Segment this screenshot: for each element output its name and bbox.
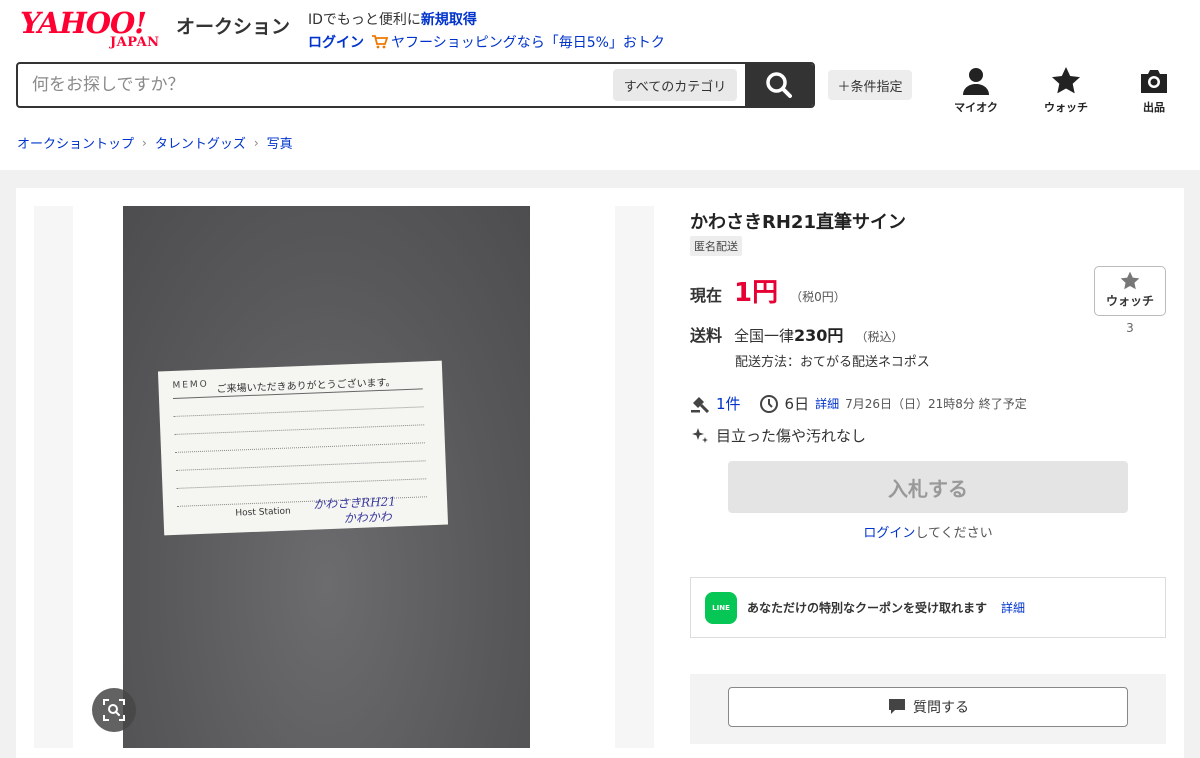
question-panel: 質問する (690, 674, 1166, 744)
image-search-button[interactable] (92, 688, 136, 732)
end-time: 7月26日（日）21時8分 終了予定 (845, 397, 1027, 411)
anonymous-shipping-badge: 匿名配送 (690, 236, 742, 256)
camera-icon (1141, 70, 1167, 93)
shipping-area: 全国一律 (734, 327, 795, 345)
star-icon (1052, 67, 1080, 94)
login-prompt-link[interactable]: ログイン (863, 526, 915, 541)
cart-icon (372, 35, 388, 49)
item-title: かわさきRH21直筆サイン (690, 212, 906, 233)
yahoo-logo[interactable]: YAHOO! JAPAN (20, 8, 190, 54)
condition-button[interactable]: ＋条件指定 (828, 70, 912, 100)
price-row: 現在 1円 （税0円） (690, 272, 846, 309)
breadcrumb-item[interactable]: タレントグッズ (155, 133, 246, 152)
price-label: 現在 (690, 286, 723, 305)
search-icon (766, 72, 792, 98)
item-photo[interactable]: MEMO ご来場いただきありがとうございます。 Host Station かわさ… (123, 206, 530, 748)
price-tax: （税0円） (790, 290, 846, 304)
current-price: 1円 (734, 278, 779, 308)
item-panel: MEMO ご来場いただきありがとうございます。 Host Station かわさ… (16, 188, 1184, 758)
handwritten-signature: かわさきRH21 かわかわ (312, 494, 397, 526)
promo-signup: IDでもっと便利に新規取得 (308, 9, 477, 29)
shipping-method: 配送方法：おてがる配送ネコポス (735, 355, 930, 370)
watch-count: 3 (1126, 321, 1134, 335)
watch-nav-label: ウォッチ (1044, 101, 1088, 114)
login-link[interactable]: ログイン (308, 32, 364, 52)
auction-meta: 1件 6日 詳細 7月26日（日）21時8分 終了予定 (690, 393, 1027, 414)
question-label: 質問する (913, 700, 969, 716)
lens-icon (103, 699, 125, 721)
watch-button[interactable]: ウォッチ (1094, 266, 1166, 316)
bid-count[interactable]: 1件 (716, 393, 741, 414)
myauction-button[interactable]: マイオク (946, 66, 1006, 115)
shipping-label: 送料 (690, 326, 723, 345)
myauction-label: マイオク (954, 101, 998, 114)
category-select[interactable]: すべてのカテゴリ (613, 69, 737, 101)
bid-button[interactable]: 入札する (728, 461, 1128, 513)
shopping-promo-text: ヤフーショッピングなら「毎日5%」おトク (391, 35, 665, 51)
search-button[interactable] (745, 64, 813, 106)
time-left: 6日 (784, 395, 810, 413)
watch-label: ウォッチ (1105, 294, 1154, 308)
chevron-right-icon: › (142, 135, 147, 150)
breadcrumb-item[interactable]: 写真 (267, 133, 293, 152)
line-icon: LINE (705, 591, 737, 624)
memo-card: MEMO ご来場いただきありがとうございます。 Host Station かわさ… (157, 360, 449, 536)
card-host-text: Host Station (235, 506, 291, 519)
person-icon (963, 68, 989, 95)
end-time-detail-link[interactable]: 詳細 (815, 395, 839, 412)
login-note: ログインしてください (728, 522, 1128, 541)
speech-bubble-icon (889, 699, 905, 714)
breadcrumb: オークショントップ › タレントグッズ › 写真 (17, 133, 293, 153)
logo-sub: JAPAN (110, 35, 160, 50)
coupon-detail-link[interactable]: 詳細 (1001, 599, 1025, 616)
clock-icon (759, 394, 778, 413)
watch-nav-button[interactable]: ウォッチ (1036, 66, 1096, 115)
coupon-text: あなただけの特別なクーポンを受け取れます (747, 601, 988, 615)
shipping-row: 送料 全国一律 230円 （税込） (690, 322, 903, 346)
shopping-promo-link[interactable]: ヤフーショッピングなら「毎日5%」おトク (372, 32, 665, 52)
service-name[interactable]: オークション (176, 12, 290, 39)
shipping-tax: （税込） (855, 330, 904, 344)
breadcrumb-item[interactable]: オークショントップ (17, 133, 134, 152)
item-condition: 目立った傷や汚れなし (690, 425, 866, 446)
sell-button[interactable]: 出品 (1124, 66, 1184, 115)
star-icon (1120, 271, 1140, 290)
question-button[interactable]: 質問する (728, 687, 1128, 727)
sparkle-icon (692, 427, 708, 443)
logo-text: YAHOO! (20, 6, 147, 40)
login-suffix: してください (915, 526, 993, 541)
search-input[interactable] (32, 72, 592, 98)
shipping-price: 230円 (794, 326, 844, 345)
promo-row: ログイン ヤフーショッピングなら「毎日5%」おトク (308, 32, 665, 52)
chevron-right-icon: › (253, 135, 259, 150)
gavel-icon (691, 396, 710, 413)
search-bar: すべてのカテゴリ (16, 62, 815, 108)
line-coupon-banner[interactable]: LINE あなただけの特別なクーポンを受け取れます 詳細 (690, 577, 1166, 638)
promo-text: IDでもっと便利に (308, 12, 421, 28)
condition-text: 目立った傷や汚れなし (716, 427, 867, 445)
sell-label: 出品 (1143, 101, 1165, 114)
signup-link[interactable]: 新規取得 (421, 12, 477, 28)
header: YAHOO! JAPAN オークション IDでもっと便利に新規取得 ログイン ヤ… (0, 0, 1200, 170)
